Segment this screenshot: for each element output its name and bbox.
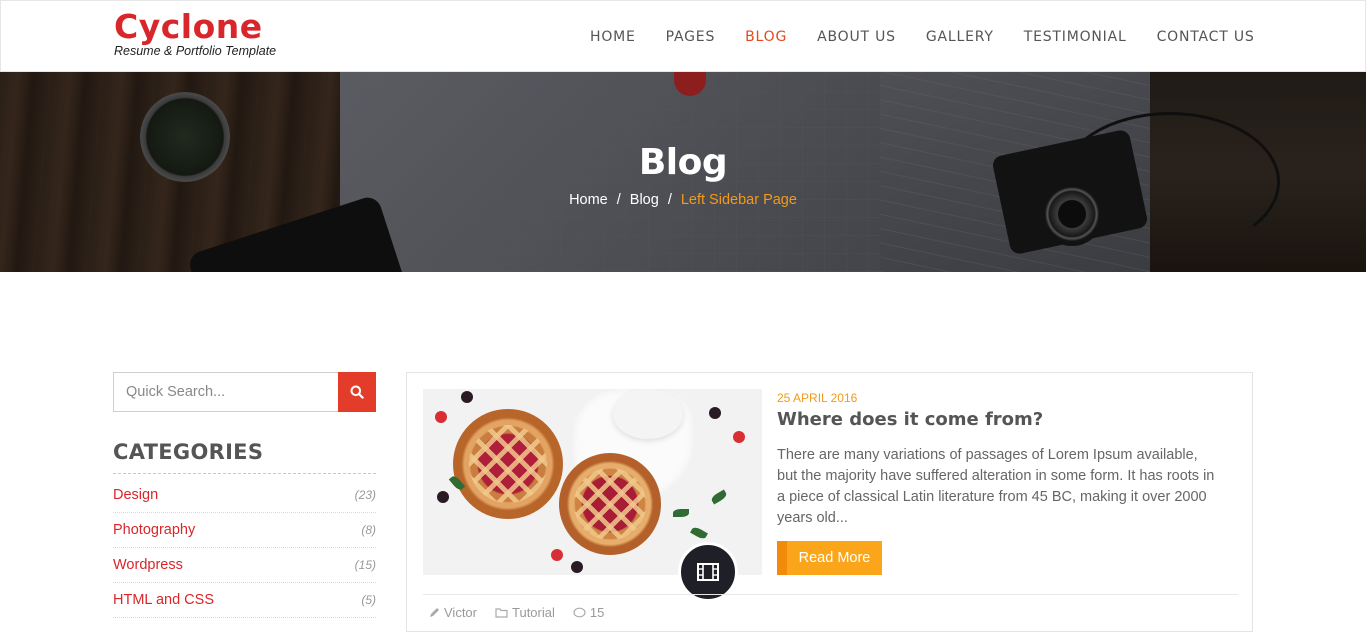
category-count: (5)	[361, 593, 376, 607]
category-name[interactable]: Wordpress	[113, 557, 183, 573]
nav-blog[interactable]: BLOG	[745, 29, 787, 45]
post-excerpt: There are many variations of passages of…	[777, 447, 1215, 526]
breadcrumb-separator: /	[616, 192, 621, 208]
thumbnail-leaf	[690, 525, 708, 541]
category-name[interactable]: Photography	[113, 522, 195, 538]
search-input[interactable]	[114, 373, 339, 411]
site-header: Cyclone Resume & Portfolio Template HOME…	[0, 0, 1366, 72]
sidebar-search	[113, 372, 376, 412]
search-icon	[350, 385, 364, 399]
card-divider	[423, 594, 1238, 595]
video-post-button[interactable]	[678, 542, 738, 602]
category-count: (15)	[354, 558, 376, 572]
read-more-button[interactable]: Read More	[777, 541, 882, 575]
category-item-wordpress[interactable]: Wordpress (15)	[113, 548, 376, 583]
category-name[interactable]: HTML and CSS	[113, 592, 214, 608]
main-nav: HOME PAGES BLOG ABOUT US GALLERY TESTIMO…	[590, 29, 1285, 45]
thumbnail-berry	[551, 549, 563, 561]
page-title: Blog	[638, 142, 728, 183]
thumbnail-berry	[435, 411, 447, 423]
thumbnail-leaf	[710, 489, 728, 505]
nav-contact-us[interactable]: CONTACT US	[1157, 29, 1255, 45]
category-count: (8)	[361, 523, 376, 537]
nav-testimonial[interactable]: TESTIMONIAL	[1024, 29, 1127, 45]
blog-post-card: 25 APRIL 2016 Where does it come from? T…	[406, 372, 1253, 632]
nav-gallery[interactable]: GALLERY	[926, 29, 994, 45]
film-icon	[697, 563, 719, 581]
post-date: 25 APRIL 2016	[777, 391, 858, 405]
page-banner: Blog Home / Blog / Left Sidebar Page	[0, 72, 1366, 272]
thumbnail-berry	[709, 407, 721, 419]
nav-about-us[interactable]: ABOUT US	[817, 29, 896, 45]
breadcrumb-separator: /	[667, 192, 672, 208]
logo-tagline: Resume & Portfolio Template	[114, 44, 277, 58]
category-name[interactable]: Design	[113, 487, 158, 503]
breadcrumb-home[interactable]: Home	[569, 192, 608, 208]
category-item-photography[interactable]: Photography (8)	[113, 513, 376, 548]
nav-home[interactable]: HOME	[590, 29, 636, 45]
logo[interactable]: Cyclone Resume & Portfolio Template	[114, 7, 277, 59]
thumbnail-berry	[733, 431, 745, 443]
breadcrumb-blog[interactable]: Blog	[630, 192, 659, 208]
logo-title: Cyclone	[114, 7, 263, 46]
breadcrumb: Home / Blog / Left Sidebar Page	[0, 192, 1366, 208]
categories-heading: CATEGORIES	[113, 440, 264, 464]
thumbnail-leaf	[673, 509, 689, 517]
nav-pages[interactable]: PAGES	[666, 29, 715, 45]
thumbnail-teapot	[613, 389, 683, 439]
thumbnail-berry	[571, 561, 583, 573]
category-item-design[interactable]: Design (23)	[113, 478, 376, 513]
thumbnail-berry	[461, 391, 473, 403]
categories-divider	[113, 473, 376, 474]
search-button[interactable]	[338, 372, 376, 412]
post-title[interactable]: Where does it come from?	[777, 409, 1043, 430]
thumbnail-pie-lattice	[469, 425, 547, 503]
category-count: (23)	[354, 488, 376, 502]
thumbnail-berry	[437, 491, 449, 503]
breadcrumb-current: Left Sidebar Page	[680, 192, 797, 208]
categories-list: Design (23) Photography (8) Wordpress (1…	[113, 478, 376, 618]
thumbnail-pie-lattice	[574, 468, 646, 540]
